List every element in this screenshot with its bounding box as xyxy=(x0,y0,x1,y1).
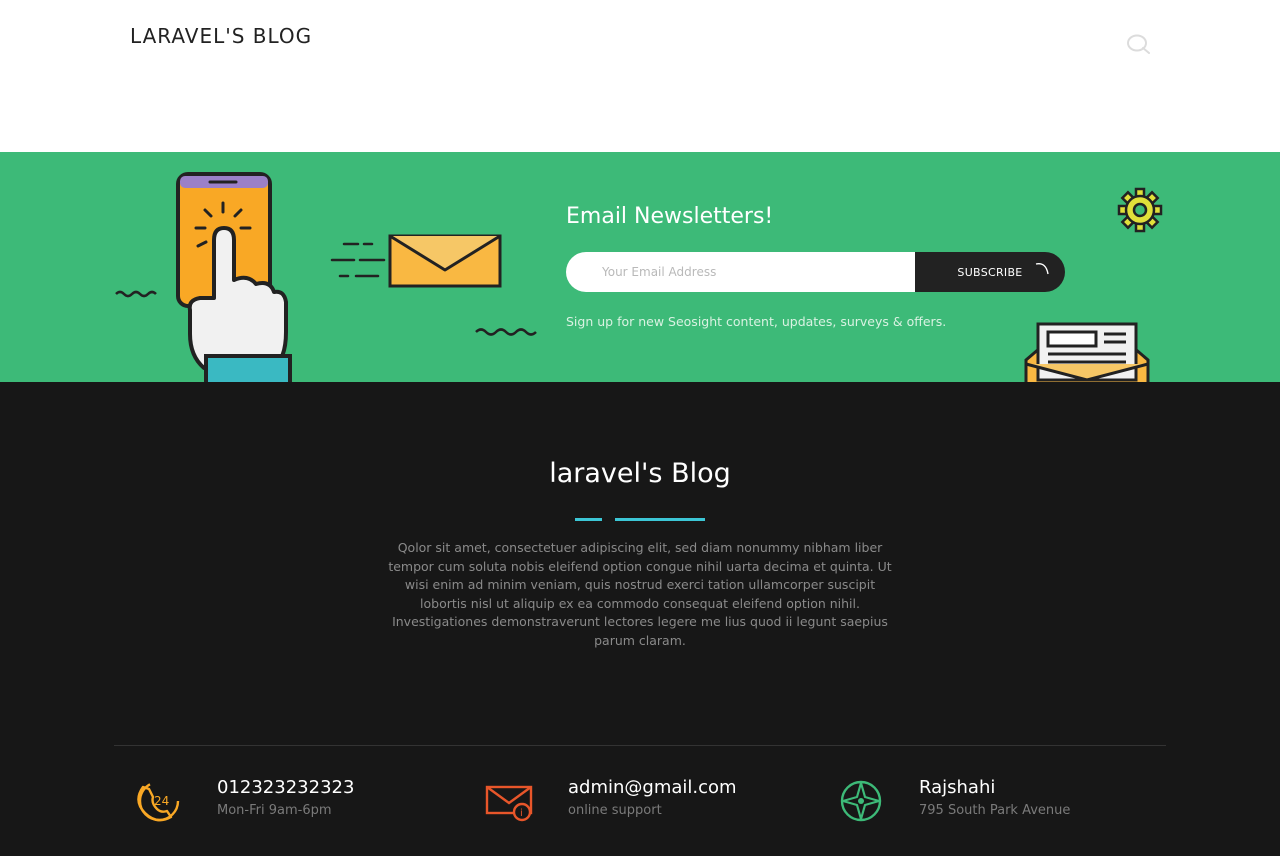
contact-city: Rajshahi xyxy=(919,777,996,798)
site-header: LARAVEL'S BLOG xyxy=(0,0,1280,152)
svg-text:i: i xyxy=(520,808,523,819)
footer-description: Qolor sit amet, consectetuer adipiscing … xyxy=(388,540,892,648)
envelope-illustration xyxy=(330,234,537,336)
contact-address: Rajshahi 795 South Park Avenue xyxy=(835,777,1165,827)
contact-email-note: online support xyxy=(568,803,662,818)
title-underline xyxy=(575,518,705,521)
contact-phone: 24 012323232323 Mon-Fri 9am-6pm xyxy=(133,777,463,827)
email-input[interactable] xyxy=(566,252,922,292)
underline-short xyxy=(575,518,602,521)
site-footer: laravel's Blog Qolor sit amet, consectet… xyxy=(0,382,1280,856)
newsletter-form: SUBSCRIBE xyxy=(566,252,1066,292)
gear-icon xyxy=(1117,187,1163,233)
contact-email: i admin@gmail.com online support xyxy=(484,777,814,827)
compass-icon xyxy=(840,780,882,822)
underline-long xyxy=(615,518,705,521)
subscribe-button[interactable]: SUBSCRIBE xyxy=(915,252,1065,292)
site-logo[interactable]: LARAVEL'S BLOG xyxy=(130,24,312,48)
newsletter-title: Email Newsletters! xyxy=(566,204,774,229)
open-letter-illustration xyxy=(1024,322,1150,382)
search-icon[interactable] xyxy=(1124,32,1152,56)
contact-phone-number[interactable]: 012323232323 xyxy=(217,777,354,798)
svg-text:24: 24 xyxy=(154,794,169,808)
contact-email-address[interactable]: admin@gmail.com xyxy=(568,777,737,798)
hand-phone-illustration xyxy=(115,172,292,382)
subscribe-label: SUBSCRIBE xyxy=(957,265,1023,279)
contact-phone-hours: Mon-Fri 9am-6pm xyxy=(217,803,332,818)
newsletter-note: Sign up for new Seosight content, update… xyxy=(566,314,947,329)
phone-24-icon: 24 xyxy=(137,780,180,822)
footer-title: laravel's Blog xyxy=(549,458,731,489)
footer-divider xyxy=(114,745,1166,746)
newsletter-section: Email Newsletters! SUBSCRIBE Sign up for… xyxy=(0,152,1280,382)
contact-street: 795 South Park Avenue xyxy=(919,803,1071,818)
mail-info-icon: i xyxy=(485,785,533,822)
spinner-icon xyxy=(1035,263,1049,275)
